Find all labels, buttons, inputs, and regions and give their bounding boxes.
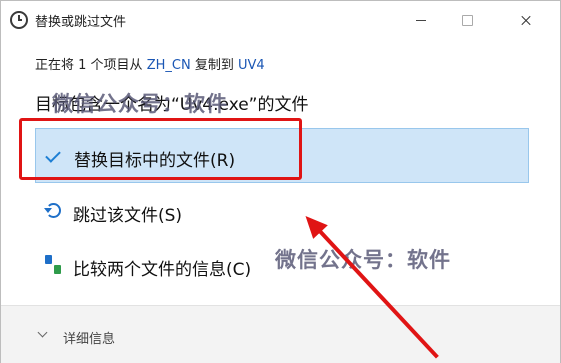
replace-skip-dialog: 替换或跳过文件 正在将 1 个项目从 ZH_CN 复制到 UV4 目标包含一个名… bbox=[0, 0, 561, 363]
title-bar: 替换或跳过文件 bbox=[1, 1, 560, 41]
clock-icon bbox=[10, 11, 28, 29]
compare-option-label: 比较两个文件的信息(C) bbox=[73, 260, 252, 280]
close-button[interactable] bbox=[490, 1, 560, 41]
minimize-button[interactable] bbox=[398, 1, 444, 41]
window-title: 替换或跳过文件 bbox=[35, 15, 127, 30]
copy-prefix: 正在将 1 个项目从 bbox=[35, 58, 143, 73]
details-toggle-label: 详细信息 bbox=[63, 332, 116, 347]
source-folder-link[interactable]: ZH_CN bbox=[147, 58, 191, 73]
maximize-button[interactable] bbox=[444, 1, 490, 41]
watermark-middle: 微信公众号：软件 bbox=[275, 248, 451, 272]
watermark-top: 微信公众号：软件 bbox=[52, 92, 228, 116]
copy-status: 正在将 1 个项目从 ZH_CN 复制到 UV4 bbox=[35, 54, 265, 73]
destination-folder-link[interactable]: UV4 bbox=[238, 58, 265, 73]
details-footer[interactable]: 详细信息 bbox=[1, 305, 560, 363]
compare-icon bbox=[44, 253, 64, 277]
chevron-down-icon bbox=[37, 327, 48, 338]
copy-middle: 复制到 bbox=[194, 58, 234, 73]
skip-option[interactable]: 跳过该文件(S) bbox=[35, 184, 529, 239]
skip-option-label: 跳过该文件(S) bbox=[73, 206, 183, 226]
undo-arrow-icon bbox=[44, 199, 64, 223]
annotation-highlight-box bbox=[19, 118, 302, 180]
